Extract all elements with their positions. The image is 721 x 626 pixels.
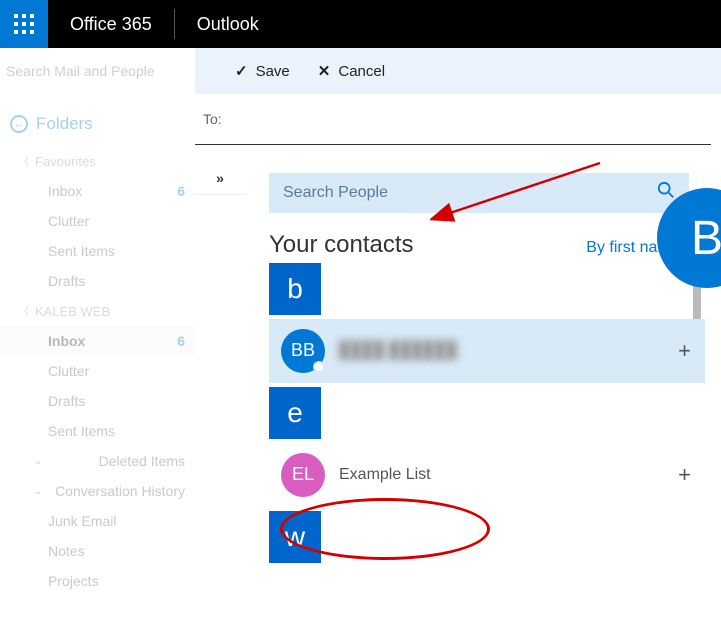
letter-header-w[interactable]: w [269,511,321,563]
people-picker-panel: Your contacts By first name b BB ████ ██… [245,163,721,626]
add-contact-button[interactable]: + [678,338,691,364]
contact-avatar: BB [281,329,325,373]
folders-header[interactable]: ← Folders [0,114,195,146]
search-mail-input[interactable] [6,63,189,79]
sidebar-item-drafts[interactable]: Drafts [0,266,195,296]
unread-badge: 6 [177,333,185,349]
sidebar-item-sent[interactable]: Sent Items [0,236,195,266]
sidebar-group-account[interactable]: 〈KALEB WEB [0,296,195,326]
sidebar-item-inbox[interactable]: Inbox6 [0,176,195,206]
cancel-label: Cancel [338,63,385,80]
save-button[interactable]: ✓ Save [235,62,290,80]
to-input[interactable] [243,111,703,127]
cancel-button[interactable]: ✕ Cancel [318,62,385,80]
sidebar-item-conversation-history[interactable]: ⌄Conversation History [0,476,195,506]
brand-outlook[interactable]: Outlook [175,14,281,35]
letter-header-b[interactable]: b [269,263,321,315]
contact-row[interactable]: BB ████ ██████ + [269,319,705,383]
contact-row[interactable]: EL Example List + [269,443,705,507]
checkmark-icon: ✓ [235,62,248,80]
letter-header-e[interactable]: e [269,387,321,439]
contact-avatar: EL [281,453,325,497]
contacts-list: b BB ████ ██████ + e EL E [269,263,705,563]
sidebar-item-clutter-2[interactable]: Clutter [0,356,195,386]
folders-title: Folders [36,114,93,134]
contact-name: Example List [339,466,678,484]
chevron-down-icon: ⌄ [34,486,42,497]
presence-indicator [313,361,325,373]
close-icon: ✕ [318,62,331,80]
add-contact-button[interactable]: + [678,462,691,488]
sidebar-item-sent-2[interactable]: Sent Items [0,416,195,446]
sidebar-item-deleted[interactable]: ⌄Deleted Items [0,446,195,476]
app-launcher-button[interactable] [0,0,48,48]
compose-actions: ✓ Save ✕ Cancel [195,48,385,94]
collapse-panel-button[interactable]: » [195,163,245,195]
contacts-heading: Your contacts [269,231,414,259]
top-bar: Office 365 Outlook [0,0,721,48]
sidebar-item-clutter[interactable]: Clutter [0,206,195,236]
to-label: To: [203,111,243,127]
contact-name: ████ ██████ [339,342,678,360]
sidebar-item-notes[interactable]: Notes [0,536,195,566]
people-search-input[interactable] [283,184,657,202]
search-mail-cell [0,48,195,94]
to-field-row: To: [195,94,711,145]
chevron-up-icon: 〈 [18,303,29,319]
sidebar-item-projects[interactable]: Projects [0,566,195,596]
main-pane: To: » Your contacts By first name [195,94,721,626]
command-bar: ✓ Save ✕ Cancel [0,48,721,94]
sidebar-item-junk[interactable]: Junk Email [0,506,195,536]
waffle-icon [14,14,34,34]
save-label: Save [256,63,290,80]
chevron-double-right-icon: » [216,170,224,186]
chevron-up-icon: 〈 [18,153,29,169]
sidebar-item-inbox-2[interactable]: Inbox6 [0,326,195,356]
people-search-box [269,173,689,213]
sidebar-item-drafts-2[interactable]: Drafts [0,386,195,416]
unread-badge: 6 [177,183,185,199]
chevron-down-icon: ⌄ [34,456,42,467]
back-arrow-icon: ← [10,115,28,133]
folder-sidebar: ← Folders 〈Favourites Inbox6 Clutter Sen… [0,94,195,626]
sidebar-group-favourites[interactable]: 〈Favourites [0,146,195,176]
brand-office365[interactable]: Office 365 [48,14,174,35]
